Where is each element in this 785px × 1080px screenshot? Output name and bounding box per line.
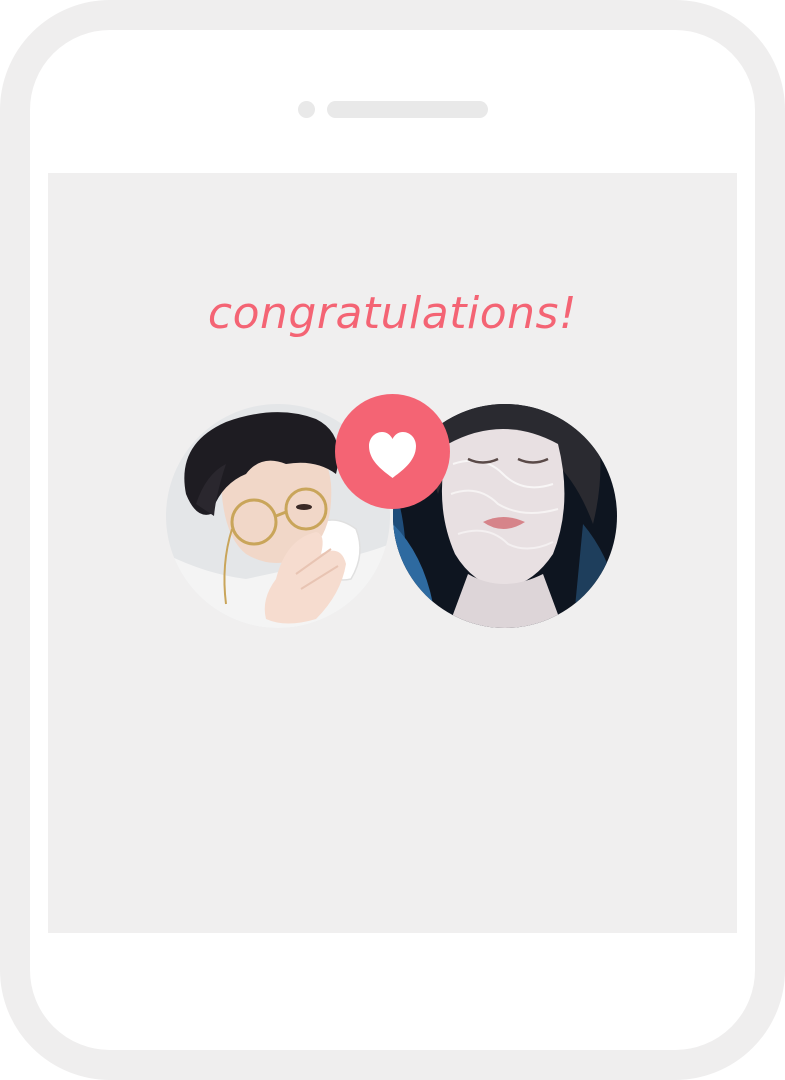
match-heart-badge (335, 394, 450, 509)
speaker-grille (327, 101, 488, 118)
match-screen: congratulations! (48, 173, 737, 933)
page-title: congratulations! (207, 288, 578, 339)
heart-badge-circle (335, 394, 450, 509)
camera-dot (298, 101, 315, 118)
